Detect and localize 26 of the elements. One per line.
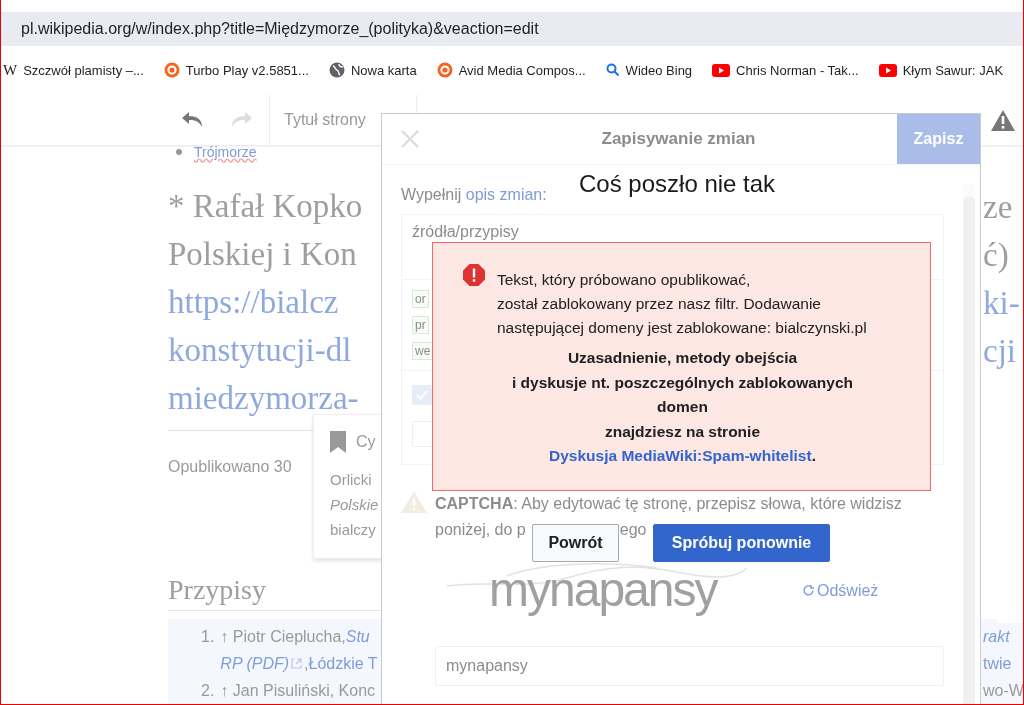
- popup-text: Orlicki: [330, 470, 372, 490]
- citation-text: ze: [983, 188, 1014, 227]
- reference-text: ,: [304, 654, 309, 674]
- url-text: pl.wikipedia.org/w/index.php?title=Międzymorze_(polityka)&veaction=edit: [21, 19, 539, 38]
- reference-text: ↑ Piotr Cieplucha,: [220, 627, 346, 647]
- citation-text: Polskiej i Kon: [168, 235, 358, 274]
- summary-label: Wypełnij opis zmian:: [401, 186, 547, 204]
- citation-text: ć): [983, 236, 1010, 275]
- popup-text: bialczy: [330, 520, 376, 540]
- reference-text: wo-W: [983, 681, 1023, 701]
- published-text: Opublikowano 30: [168, 458, 293, 476]
- error-message: Tekst, który próbowano opublikować, został zablokowany przez nasz filtr. Dodawanie następującej domeny jest zablokowane: bialczynski.pl: [497, 270, 867, 338]
- dialog-title: Zapisywanie zmian: [601, 129, 756, 149]
- captcha-text: poniżej, do p: [435, 520, 526, 540]
- citation-text: * Rafał Kopko: [168, 187, 364, 226]
- error-explanation: Uzasadnienie, metody obejścia i dyskusje nt. poszczególnych zablokowanych domen znajdziesz na stronie Dyskusja MediaWiki:Spam-whitelist.: [510, 348, 855, 466]
- popup-text: Polskie: [330, 495, 379, 515]
- reference-text: ↑ Jan Pisuliński, Konc: [220, 681, 376, 701]
- citation-text: cji: [983, 332, 1017, 371]
- citation-text: ki-: [983, 284, 1020, 323]
- captcha-text: CAPTCHA: Aby edytować tę stronę, przepisz słowa, które widzisz: [435, 494, 902, 514]
- popup-title: Cy: [356, 433, 376, 451]
- reference-number: 2.: [201, 681, 215, 701]
- reference-number: 1.: [201, 627, 215, 647]
- captcha-text: ego: [619, 520, 647, 540]
- error-dialog-title: Coś poszło nie tak: [579, 170, 776, 198]
